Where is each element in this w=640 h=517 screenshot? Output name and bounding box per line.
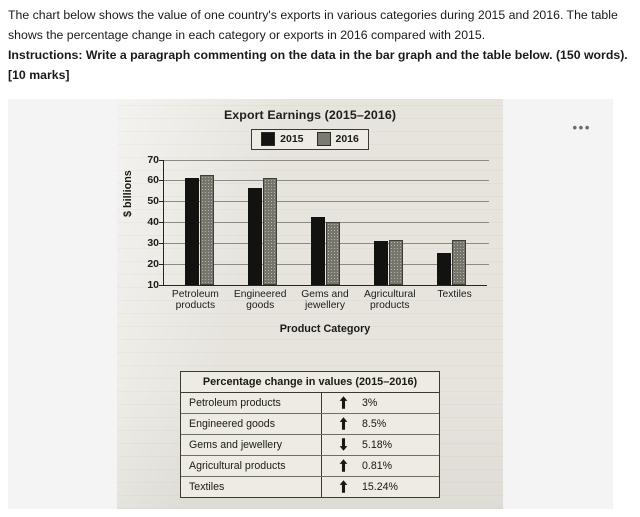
legend-label-2016: 2016 bbox=[335, 132, 359, 145]
scanned-image-panel: Export Earnings (2015–2016) 2015 2016 $ … bbox=[8, 98, 613, 509]
bar-group bbox=[310, 160, 341, 285]
table-cell-category: Petroleum products bbox=[181, 392, 322, 413]
prompt-instructions: Instructions: Write a paragraph commenti… bbox=[8, 47, 628, 62]
legend-swatch-2016 bbox=[316, 131, 331, 146]
percentage-value: 15.24% bbox=[362, 480, 398, 493]
table-cell-category: Agricultural products bbox=[181, 455, 322, 476]
table-cell-change: 5.18% bbox=[322, 438, 392, 451]
question-prompt: The chart below shows the value of one c… bbox=[0, 0, 640, 90]
y-axis-tick-label: 70 bbox=[147, 153, 159, 166]
bar-2016 bbox=[389, 239, 404, 285]
chart-plot-area: 10 20 30 40 50 60 70 bbox=[147, 154, 489, 291]
y-axis-tick-label: 30 bbox=[147, 236, 159, 249]
arrow-up-icon bbox=[339, 417, 348, 430]
bar-2016 bbox=[200, 174, 215, 285]
chart-title: Export Earnings (2015–2016) bbox=[223, 107, 397, 122]
percentage-change-table: Percentage change in values (2015–2016) … bbox=[180, 370, 440, 498]
table-row: Petroleum products 3% bbox=[181, 392, 439, 414]
table-cell-change: 8.5% bbox=[322, 417, 386, 430]
bar-2015 bbox=[436, 252, 451, 285]
more-options-icon[interactable]: ••• bbox=[573, 121, 591, 134]
bar-group bbox=[373, 160, 404, 285]
table-row: Engineered goods 8.5% bbox=[181, 413, 439, 435]
y-axis-tick-label: 10 bbox=[147, 278, 159, 291]
x-axis-label: Product Category bbox=[279, 322, 371, 335]
table-cell-category: Engineered goods bbox=[181, 413, 322, 434]
legend-item-2015: 2015 bbox=[261, 131, 304, 146]
table-cell-change: 0.81% bbox=[322, 459, 392, 472]
bar-2016 bbox=[263, 178, 278, 285]
bar-group bbox=[247, 160, 278, 285]
bar-chart: Export Earnings (2015–2016) 2015 2016 $ … bbox=[117, 99, 503, 335]
table-body: Petroleum products 3% Engineered goods 8.5%… bbox=[181, 392, 439, 497]
bar-2015 bbox=[310, 216, 325, 285]
bar-2015 bbox=[184, 178, 199, 285]
arrow-up-icon bbox=[339, 396, 348, 409]
x-axis-tick-label: Petroleum products bbox=[171, 288, 219, 312]
arrow-up-icon bbox=[339, 480, 348, 493]
y-axis-tick-mark bbox=[159, 284, 164, 286]
percentage-value: 8.5% bbox=[362, 417, 387, 430]
y-axis-tick-label: 20 bbox=[147, 257, 159, 270]
x-axis-tick-label: Gems and jewellery bbox=[301, 288, 349, 312]
table-row: Agricultural products 0.81% bbox=[181, 455, 439, 477]
table-row: Gems and jewellery 5.18% bbox=[181, 434, 439, 456]
bar-2015 bbox=[247, 188, 262, 285]
x-axis-tick-label: Engineered goods bbox=[233, 288, 287, 312]
table-cell-change: 15.24% bbox=[322, 480, 398, 493]
bar-group bbox=[184, 160, 215, 285]
bar-2016 bbox=[452, 239, 467, 285]
bar-group bbox=[436, 160, 467, 285]
table-title: Percentage change in values (2015–2016) bbox=[181, 372, 439, 393]
table-row: Textiles 15.24% bbox=[181, 476, 439, 497]
prompt-line-1: The chart below shows the value of one c… bbox=[8, 8, 618, 42]
legend-item-2016: 2016 bbox=[316, 131, 359, 146]
percentage-value: 3% bbox=[362, 396, 378, 409]
chart-legend: 2015 2016 bbox=[251, 128, 369, 150]
legend-label-2015: 2015 bbox=[280, 132, 304, 145]
table-cell-category: Gems and jewellery bbox=[181, 434, 322, 455]
arrow-down-icon bbox=[339, 438, 348, 451]
scanned-page: Export Earnings (2015–2016) 2015 2016 $ … bbox=[117, 98, 503, 509]
bar-2016 bbox=[326, 221, 341, 285]
legend-swatch-2015 bbox=[261, 131, 276, 146]
percentage-value: 5.18% bbox=[362, 438, 393, 451]
table-cell-category: Textiles bbox=[181, 476, 322, 497]
y-axis-tick-label: 60 bbox=[147, 174, 159, 187]
table-cell-change: 3% bbox=[322, 396, 377, 409]
x-axis-tick-label: Textiles bbox=[437, 288, 472, 300]
arrow-up-icon bbox=[339, 459, 348, 472]
x-axis-tick-labels: Petroleum products Engineered goods Gems and… bbox=[163, 289, 487, 312]
bar-2015 bbox=[373, 240, 388, 285]
y-axis-tick-label: 50 bbox=[147, 195, 159, 208]
y-axis-tick-label: 40 bbox=[147, 216, 159, 229]
prompt-marks: [10 marks] bbox=[8, 67, 70, 82]
chart-bars bbox=[164, 160, 487, 285]
x-axis-tick-label: Agricultural products bbox=[364, 288, 416, 312]
percentage-value: 0.81% bbox=[362, 459, 393, 472]
